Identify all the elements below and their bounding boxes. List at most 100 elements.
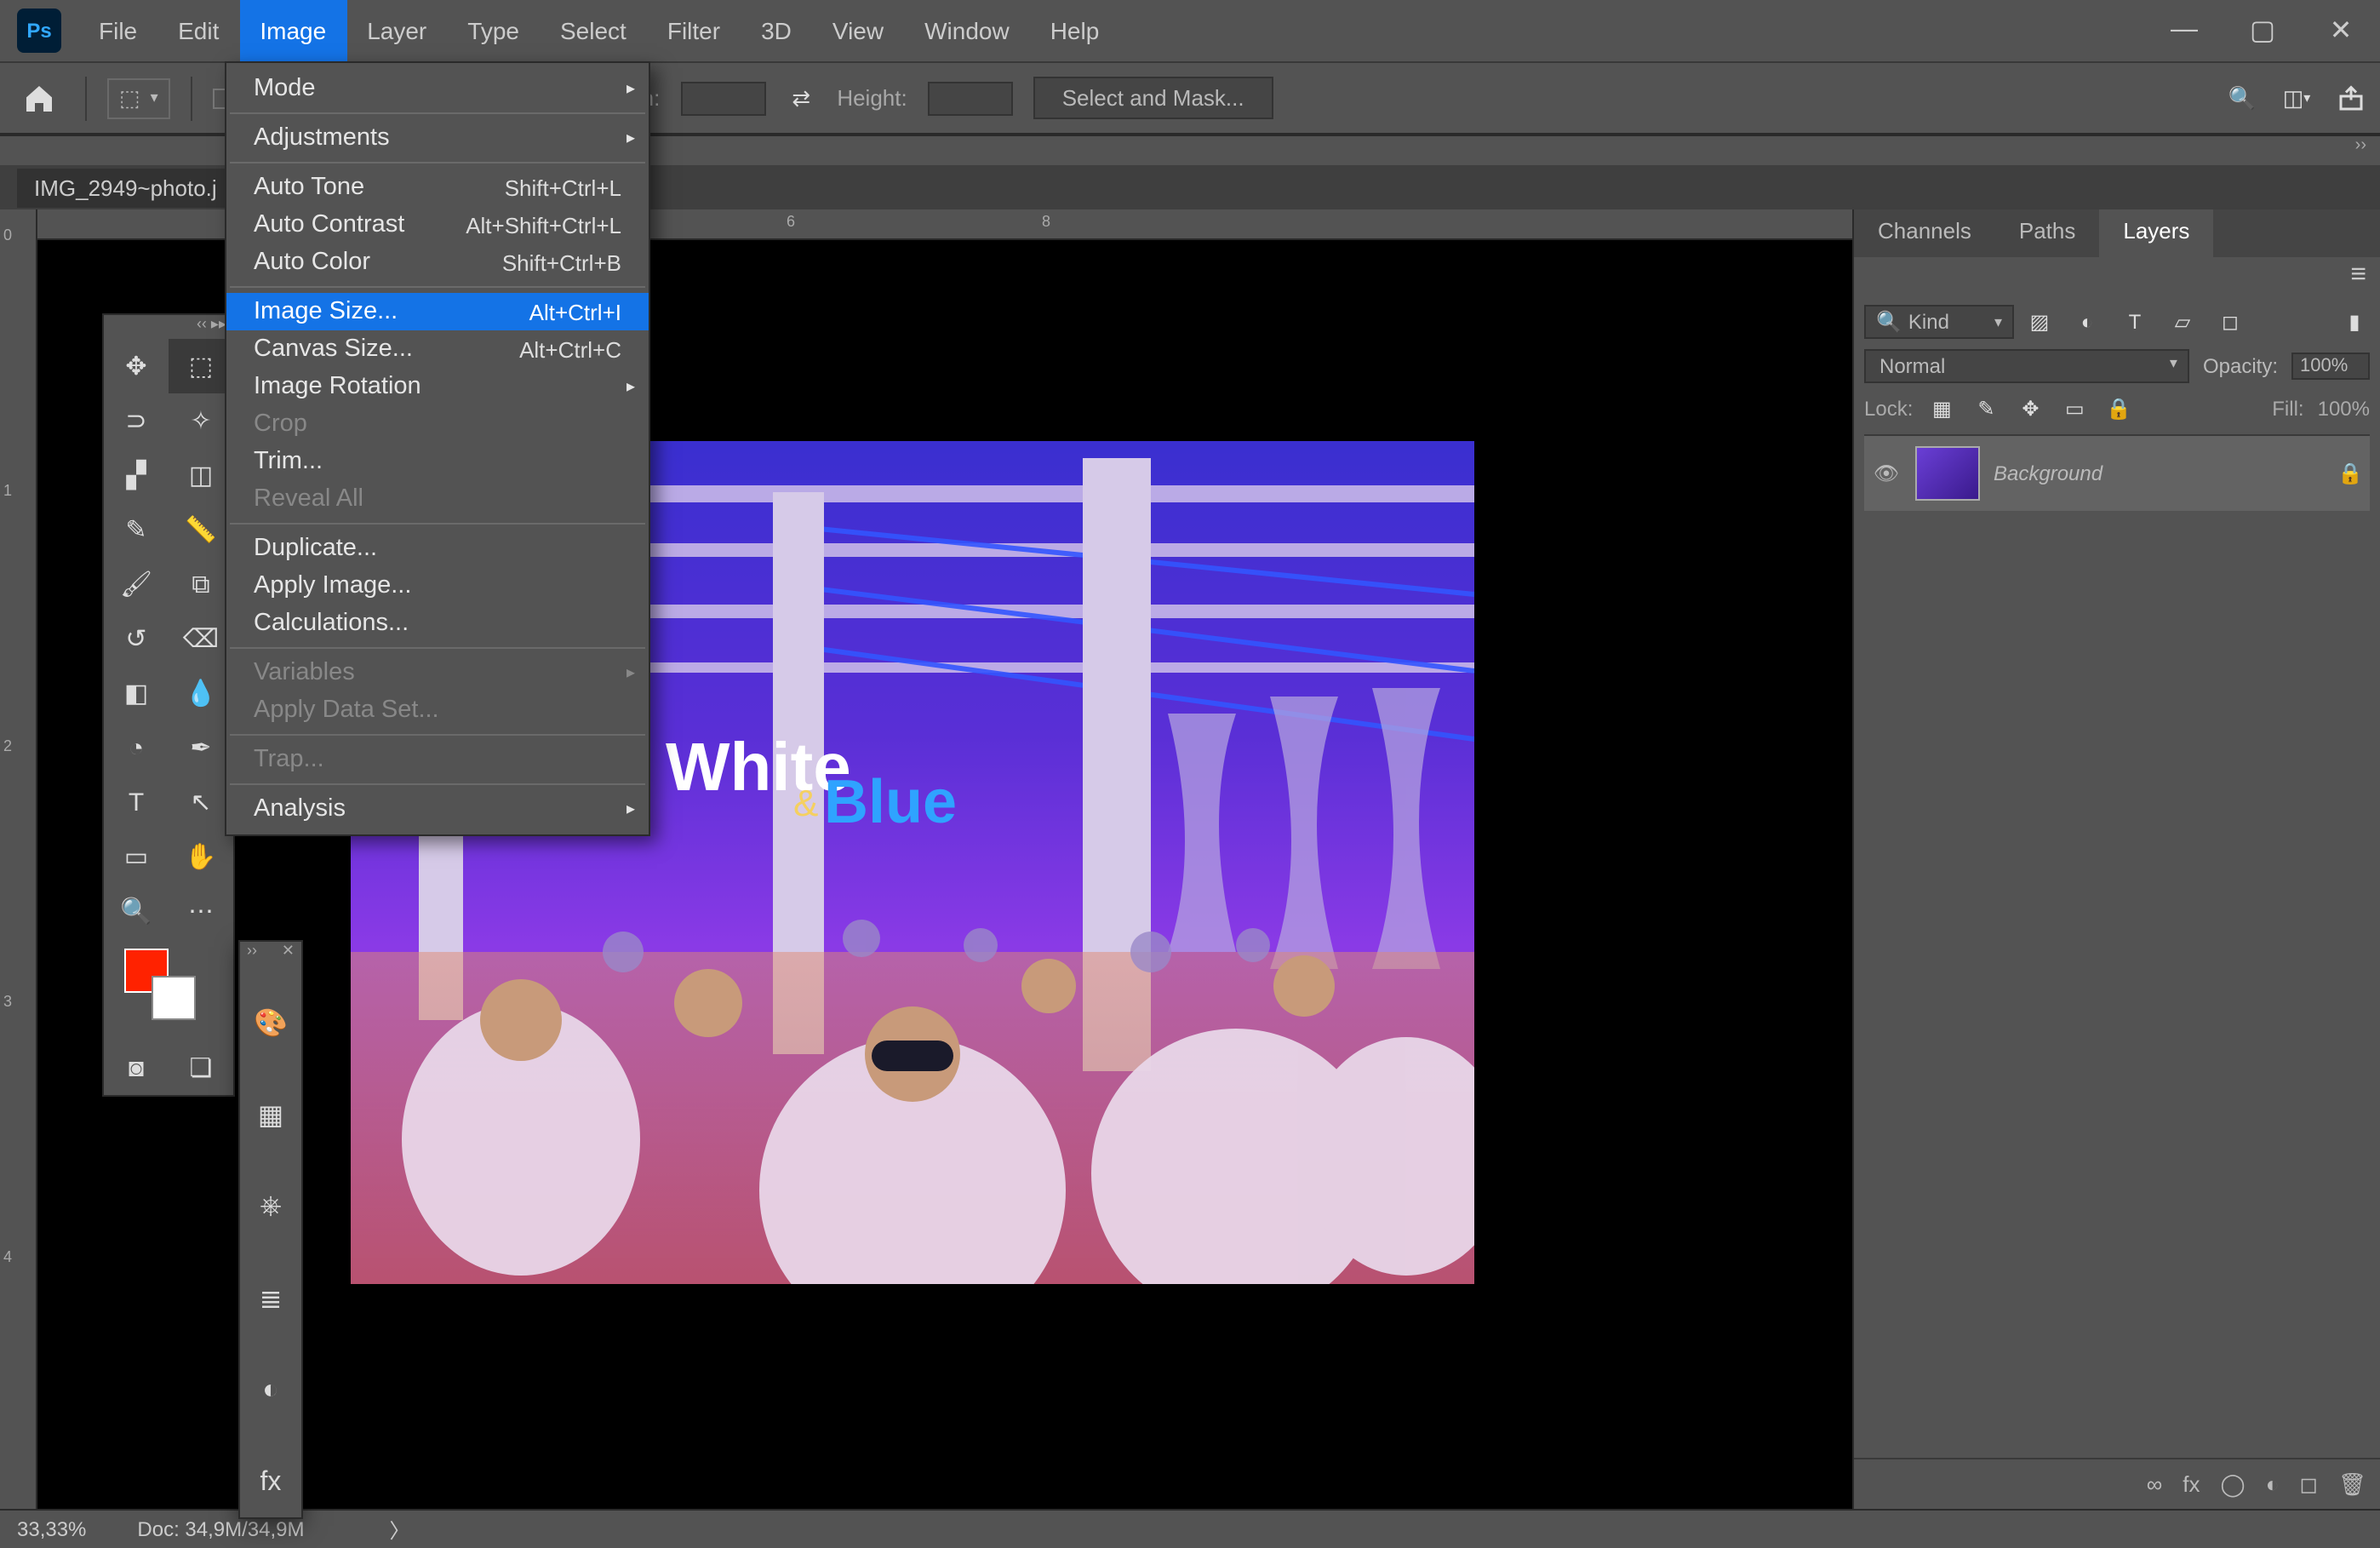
panel-icon-grid[interactable]: ▦ [240, 1081, 301, 1150]
tool-path-sel[interactable]: ↖ [169, 775, 233, 829]
menuitem-auto-tone[interactable]: Auto ToneShift+Ctrl+L [226, 169, 649, 206]
link-icon[interactable]: ∞ [2147, 1471, 2163, 1497]
tab-channels[interactable]: Channels [1854, 209, 1995, 257]
menuitem-trim[interactable]: Trim... [226, 443, 649, 480]
menu-select[interactable]: Select [540, 0, 647, 61]
width-input[interactable] [680, 81, 765, 115]
tool-type[interactable]: T [104, 775, 169, 829]
tool-wand[interactable]: ✧ [169, 393, 233, 448]
menuitem-calculations[interactable]: Calculations... [226, 605, 649, 642]
close-button[interactable]: ✕ [2302, 0, 2380, 61]
status-arrow-icon[interactable]: 〉 [390, 1515, 410, 1544]
lock-brush-icon[interactable]: ✎ [1971, 393, 2001, 424]
smart-filter-icon[interactable]: ◻ [2215, 307, 2246, 337]
tool-screenmode[interactable]: ❏ [169, 1041, 233, 1095]
workspace-icon[interactable]: ◫ ▾ [2281, 83, 2312, 113]
tool-ruler-tool[interactable]: 📏 [169, 502, 233, 557]
tab-paths[interactable]: Paths [1995, 209, 2100, 257]
menu-file[interactable]: File [78, 0, 157, 61]
menuitem-image-size[interactable]: Image Size...Alt+Ctrl+I [226, 293, 649, 330]
tool-brush[interactable]: 🖌 [104, 557, 169, 611]
select-and-mask-button[interactable]: Select and Mask... [1033, 77, 1273, 119]
mask-icon[interactable]: ◯ [2221, 1471, 2246, 1498]
swap-icon[interactable]: ⇄ [786, 83, 816, 113]
lock-all-icon[interactable]: 🔒 [2103, 393, 2134, 424]
fx-icon[interactable]: fx [2183, 1471, 2200, 1497]
menu-edit[interactable]: Edit [157, 0, 239, 61]
lock-pixels-icon[interactable]: ▦ [1926, 393, 1957, 424]
panel-icon-halftone[interactable]: ◐ [240, 1357, 301, 1425]
new-layer-icon[interactable]: ◻ [2299, 1471, 2318, 1498]
close-icon[interactable]: ✕ [282, 942, 295, 966]
pixel-filter-icon[interactable]: ▨ [2024, 307, 2055, 337]
collapse-icon[interactable]: ‹‹ ▸▸ [197, 315, 226, 339]
filter-toggle-icon[interactable]: ▮ [2339, 307, 2370, 337]
more-icon[interactable]: ›› [2355, 136, 2366, 165]
menuitem-canvas-size[interactable]: Canvas Size...Alt+Ctrl+C [226, 330, 649, 368]
menuitem-mode[interactable]: Mode [226, 70, 649, 107]
background-swatch[interactable] [152, 976, 196, 1020]
trash-icon[interactable]: 🗑 [2338, 1471, 2366, 1498]
menu-window[interactable]: Window [904, 0, 1030, 61]
tool-history[interactable]: ↺ [104, 611, 169, 666]
menuitem-auto-contrast[interactable]: Auto ContrastAlt+Shift+Ctrl+L [226, 206, 649, 244]
lock-artboard-icon[interactable]: ▭ [2059, 393, 2090, 424]
menu-image[interactable]: Image [239, 0, 346, 61]
tool-gradient[interactable]: ◧ [104, 666, 169, 720]
menuitem-duplicate[interactable]: Duplicate... [226, 530, 649, 567]
opacity-input[interactable]: 100% [2291, 353, 2370, 380]
menu-layer[interactable]: Layer [346, 0, 447, 61]
menu-help[interactable]: Help [1030, 0, 1120, 61]
tool-pen[interactable]: ✒ [169, 720, 233, 775]
menuitem-auto-color[interactable]: Auto ColorShift+Ctrl+B [226, 244, 649, 281]
maximize-button[interactable]: ▢ [2223, 0, 2302, 61]
document-tab[interactable]: IMG_2949~photo.j [17, 168, 234, 207]
tool-clone[interactable]: ⧉ [169, 557, 233, 611]
menuitem-apply-image[interactable]: Apply Image... [226, 567, 649, 605]
type-filter-icon[interactable]: T [2120, 307, 2150, 337]
tool-blur[interactable]: 💧 [169, 666, 233, 720]
panel-icon-wheel[interactable]: ⎈ [240, 1173, 301, 1241]
tool-slice[interactable]: ◫ [169, 448, 233, 502]
shape-filter-icon[interactable]: ▱ [2167, 307, 2198, 337]
menuitem-adjustments[interactable]: Adjustments [226, 119, 649, 157]
tool-dodge[interactable]: ◔ [104, 720, 169, 775]
tool-eyedrop[interactable]: ✎ [104, 502, 169, 557]
minimize-button[interactable]: — [2145, 0, 2223, 61]
tool-lasso[interactable]: ⊃ [104, 393, 169, 448]
blend-mode-select[interactable]: Normal [1864, 349, 2189, 383]
menuitem-image-rotation[interactable]: Image Rotation [226, 368, 649, 405]
tool-crop[interactable]: ▞ [104, 448, 169, 502]
adjustment-icon[interactable]: ◐ [2266, 1471, 2280, 1497]
menu-view[interactable]: View [812, 0, 904, 61]
adjust-filter-icon[interactable]: ◐ [2072, 307, 2103, 337]
layer-kind-filter[interactable]: 🔍Kind [1864, 305, 2014, 339]
tool-preset-selector[interactable]: ⬚▾ [107, 77, 170, 118]
tool-move[interactable]: ✥ [104, 339, 169, 393]
panel-icon-palette[interactable]: 🎨 [240, 989, 301, 1058]
home-icon[interactable] [14, 72, 65, 123]
layer-row[interactable]: 👁 Background 🔒 [1864, 436, 2370, 511]
menuitem-analysis[interactable]: Analysis [226, 790, 649, 828]
height-input[interactable] [928, 81, 1013, 115]
visibility-icon[interactable]: 👁 [1871, 462, 1902, 485]
tool-more-dots[interactable]: ⋯ [169, 884, 233, 938]
menu-filter[interactable]: Filter [647, 0, 741, 61]
zoom-readout[interactable]: 33,33% [17, 1517, 86, 1541]
tool-eraser[interactable]: ⌫ [169, 611, 233, 666]
search-icon[interactable]: 🔍 [2227, 83, 2257, 113]
tool-zoom[interactable]: 🔍 [104, 884, 169, 938]
tool-marquee[interactable]: ⬚ [169, 339, 233, 393]
expand-icon[interactable]: ›› [247, 942, 257, 966]
panel-icon-glyphs[interactable]: fx [240, 1449, 301, 1517]
share-icon[interactable] [2336, 83, 2366, 113]
panel-menu-icon[interactable]: ≡ [2350, 261, 2366, 291]
menu-3d[interactable]: 3D [741, 0, 812, 61]
tool-rect[interactable]: ▭ [104, 829, 169, 884]
tool-hand[interactable]: ✋ [169, 829, 233, 884]
tab-layers[interactable]: Layers [2099, 209, 2213, 257]
tool-quickmask[interactable]: ◙ [104, 1041, 169, 1095]
menu-type[interactable]: Type [447, 0, 540, 61]
panel-icon-bars[interactable]: ≣ [240, 1265, 301, 1333]
doc-size-readout[interactable]: Doc: 34,9M/34,9M [137, 1517, 304, 1541]
